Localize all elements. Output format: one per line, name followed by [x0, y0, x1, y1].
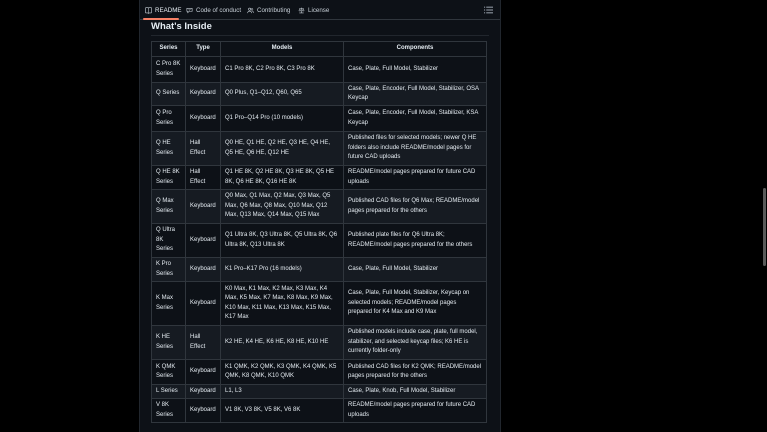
cell-type: Hall Effect — [185, 131, 221, 166]
header-components: Components — [343, 41, 487, 57]
tab-license-label: License — [308, 6, 330, 14]
cell-series: Q Series — [151, 82, 186, 106]
cell-components: Published plate files for Q6 Ultra 8K; R… — [343, 223, 487, 258]
cell-models: V1 8K, V3 8K, V5 8K, V6 8K — [220, 398, 344, 423]
table-row: K Pro Series Keyboard K1 Pro–K17 Pro (16 m… — [151, 257, 487, 282]
table-row: C Pro 8K Series Keyboard C1 Pro 8K, C2 Pro… — [151, 56, 487, 83]
table-header-row: Series Type Models Components — [151, 41, 487, 57]
list-icon[interactable] — [484, 6, 493, 14]
cell-type: Keyboard — [185, 384, 221, 399]
cell-components: README/model pages prepared for future C… — [343, 398, 487, 423]
cell-type: Keyboard — [185, 398, 221, 423]
cell-type: Keyboard — [185, 56, 221, 83]
cell-components: Published CAD files for K2 QMK; README/m… — [343, 359, 487, 385]
cell-models: K0 Max, K1 Max, K2 Max, K3 Max, K4 Max, … — [220, 281, 344, 326]
table-row: Q HE 8K Series Hall Effect Q1 HE 8K, Q2 HE… — [151, 165, 487, 190]
readme-tab-bar: README Code of conduct Contributing Lice… — [140, 0, 500, 20]
tab-code-of-conduct-label: Code of conduct — [196, 6, 242, 14]
table-row: K HE Series Hall Effect K2 HE, K4 HE, K6 H… — [151, 325, 487, 360]
readme-panel: README Code of conduct Contributing Lice… — [140, 0, 500, 432]
cell-type: Keyboard — [185, 359, 221, 385]
cell-series: L Series — [151, 384, 186, 399]
table-row: K QMK Series Keyboard K1 QMK, K2 QMK, K3 Q… — [151, 359, 487, 385]
scrollbar-thumb[interactable] — [763, 188, 766, 266]
cell-type: Keyboard — [185, 281, 221, 326]
cell-components: Published files for selected models; new… — [343, 131, 487, 166]
book-icon — [145, 6, 152, 14]
table-row: V 8K Series Keyboard V1 8K, V3 8K, V5 8K, … — [151, 398, 487, 423]
heading-divider — [151, 35, 489, 36]
whats-inside-table: Series Type Models Components C Pro 8K S… — [151, 41, 487, 423]
cell-components: Case, Plate, Full Model, Stabilizer, Key… — [343, 281, 487, 326]
header-type: Type — [185, 41, 221, 57]
cell-series: K Pro Series — [151, 257, 186, 282]
cell-components: Case, Plate, Encoder, Full Model, Stabil… — [343, 82, 487, 106]
cell-components: Published models include case, plate, fu… — [343, 325, 487, 360]
cell-models: Q1 HE 8K, Q2 HE 8K, Q3 HE 8K, Q5 HE 8K, … — [220, 165, 344, 190]
cell-models: Q1 Pro–Q14 Pro (10 models) — [220, 105, 344, 132]
tab-contributing[interactable]: Contributing — [247, 0, 290, 20]
cell-type: Keyboard — [185, 257, 221, 282]
people-icon — [247, 7, 254, 13]
table-body: C Pro 8K Series Keyboard C1 Pro 8K, C2 Pro… — [151, 56, 487, 423]
cell-models: K1 QMK, K2 QMK, K3 QMK, K4 QMK, K5 QMK, … — [220, 359, 344, 385]
code-of-conduct-icon — [186, 7, 193, 13]
section-heading: What's Inside — [151, 21, 212, 32]
table-row: Q Ultra 8K Series Keyboard Q1 Ultra 8K, Q3… — [151, 223, 487, 258]
cell-series: Q HE Series — [151, 131, 186, 166]
cell-components: Case, Plate, Knob, Full Model, Stabilize… — [343, 384, 487, 399]
header-models: Models — [220, 41, 344, 57]
table-row: Q Series Keyboard Q0 Plus, Q1–Q12, Q60, Q6… — [151, 82, 487, 106]
cell-models: Q0 Plus, Q1–Q12, Q60, Q65 — [220, 82, 344, 106]
cell-type: Keyboard — [185, 105, 221, 132]
cell-type: Keyboard — [185, 82, 221, 106]
table-row: K Max Series Keyboard K0 Max, K1 Max, K2 M… — [151, 281, 487, 326]
cell-type: Hall Effect — [185, 325, 221, 360]
header-series: Series — [151, 41, 186, 57]
cell-models: Q0 Max, Q1 Max, Q2 Max, Q3 Max, Q5 Max, … — [220, 189, 344, 224]
cell-series: Q HE 8K Series — [151, 165, 186, 190]
cell-series: Q Ultra 8K Series — [151, 223, 186, 258]
active-tab-indicator — [143, 18, 179, 20]
cell-series: K Max Series — [151, 281, 186, 326]
cell-models: K1 Pro–K17 Pro (16 models) — [220, 257, 344, 282]
cell-models: K2 HE, K4 HE, K6 HE, K8 HE, K10 HE — [220, 325, 344, 360]
cell-series: C Pro 8K Series — [151, 56, 186, 83]
cell-series: Q Max Series — [151, 189, 186, 224]
cell-components: Published CAD files for Q6 Max; README/m… — [343, 189, 487, 224]
cell-models: Q0 HE, Q1 HE, Q2 HE, Q3 HE, Q4 HE, Q5 HE… — [220, 131, 344, 166]
cell-components: Case, Plate, Full Model, Stabilizer — [343, 56, 487, 83]
tab-code-of-conduct[interactable]: Code of conduct — [186, 0, 241, 20]
panel-border-right — [500, 0, 501, 432]
cell-series: K QMK Series — [151, 359, 186, 385]
table-row: L Series Keyboard L1, L3 Case, Plate, Knob,… — [151, 384, 487, 399]
cell-type: Hall Effect — [185, 165, 221, 190]
cell-components: README/model pages prepared for future C… — [343, 165, 487, 190]
law-icon — [298, 7, 305, 13]
cell-series: Q Pro Series — [151, 105, 186, 132]
table-row: Q Max Series Keyboard Q0 Max, Q1 Max, Q2 M… — [151, 189, 487, 224]
cell-components: Case, Plate, Encoder, Full Model, Stabil… — [343, 105, 487, 132]
table-row: Q HE Series Hall Effect Q0 HE, Q1 HE, Q2 H… — [151, 131, 487, 166]
cell-components: Case, Plate, Full Model, Stabilizer — [343, 257, 487, 282]
cell-models: Q1 Ultra 8K, Q3 Ultra 8K, Q5 Ultra 8K, Q… — [220, 223, 344, 258]
cell-models: C1 Pro 8K, C2 Pro 8K, C3 Pro 8K — [220, 56, 344, 83]
cell-series: V 8K Series — [151, 398, 186, 423]
cell-type: Keyboard — [185, 223, 221, 258]
cell-type: Keyboard — [185, 189, 221, 224]
tab-readme-label: README — [155, 6, 182, 14]
tab-contributing-label: Contributing — [257, 6, 291, 14]
cell-models: L1, L3 — [220, 384, 344, 399]
table-row: Q Pro Series Keyboard Q1 Pro–Q14 Pro (10 m… — [151, 105, 487, 132]
panel-border-left — [139, 0, 140, 432]
tab-readme[interactable]: README — [145, 0, 181, 20]
tab-license[interactable]: License — [298, 0, 329, 20]
cell-series: K HE Series — [151, 325, 186, 360]
